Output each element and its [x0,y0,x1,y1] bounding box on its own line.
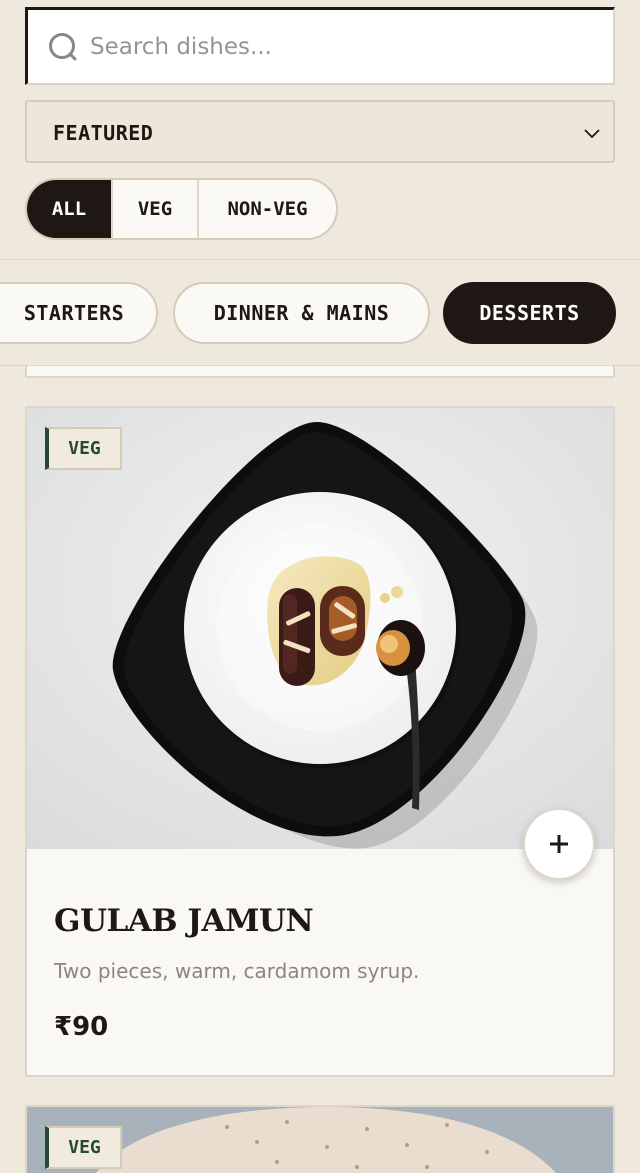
dish-name: GULAB JAMUN [54,903,314,939]
dish-card[interactable]: VEG GULAB JAMUN Two pieces, warm, cardam… [25,406,615,1077]
add-to-cart-button[interactable] [523,808,595,880]
plus-icon [550,835,568,853]
diet-filter: ALL VEG NON-VEG [25,178,338,240]
gulab-jamun-photo [27,408,613,849]
category-tab-starters[interactable]: STARTERS [0,282,158,344]
search-input[interactable] [90,10,590,83]
category-strip[interactable]: STARTERS DINNER & MAINS DESSERTS [0,259,640,366]
category-tab-desserts[interactable]: DESSERTS [443,282,616,344]
diet-option-veg[interactable]: VEG [113,180,199,238]
dish-description: Two pieces, warm, cardamom syrup. [54,959,420,983]
category-tab-dinner-mains[interactable]: DINNER & MAINS [173,282,430,344]
veg-tag: VEG [45,427,122,470]
veg-tag: VEG [45,1126,122,1169]
search-icon [49,33,77,61]
dish-image: VEG [27,408,613,849]
dish-price: ₹90 [54,1012,109,1042]
previous-card-edge [25,366,615,378]
search-box[interactable] [25,7,615,85]
chevron-down-icon [584,129,600,139]
dish-card[interactable]: VEG [25,1105,615,1173]
sort-select[interactable]: FEATURED [25,100,615,163]
sort-selected-value: FEATURED [53,121,154,145]
diet-option-non-veg[interactable]: NON-VEG [199,180,336,238]
diet-option-all[interactable]: ALL [27,180,113,238]
